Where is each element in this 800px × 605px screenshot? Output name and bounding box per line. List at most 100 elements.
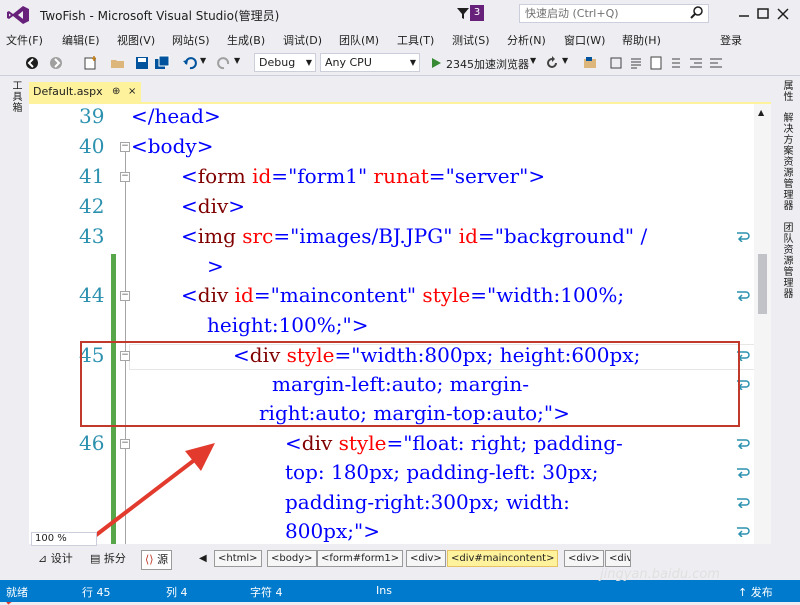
close-tab-icon[interactable]: × [128, 82, 136, 102]
code-token: style [332, 431, 387, 455]
menu-debug[interactable]: 调试(D) [283, 32, 322, 48]
collapse-icon[interactable]: − [120, 291, 130, 301]
toolbox-tab[interactable]: 工具箱 [8, 80, 23, 113]
code-token: style [416, 283, 471, 307]
code-token: div [301, 431, 333, 455]
breadcrumb-body[interactable]: <body> [267, 550, 317, 567]
visual-studio-logo-icon [7, 6, 29, 24]
source-view-button[interactable]: ⟨⟩ 源 [141, 550, 173, 570]
breadcrumb-form[interactable]: <form#form1> [317, 550, 404, 567]
navigate-back-icon[interactable] [24, 55, 40, 71]
quick-launch-input[interactable]: 快速启动 (Ctrl+Q) [519, 4, 709, 23]
menu-edit[interactable]: 编辑(E) [62, 32, 100, 48]
publish-button[interactable]: ↑ 发布 [738, 584, 773, 600]
browser-link-icon[interactable] [582, 55, 598, 71]
close-button[interactable] [772, 4, 794, 24]
breadcrumb-scroll-left-icon[interactable]: ◀ [199, 553, 207, 564]
outline-icon[interactable] [668, 55, 684, 71]
outdent-icon[interactable] [708, 55, 724, 71]
code-token: < [181, 283, 198, 307]
code-token: > [228, 194, 246, 218]
solution-config-select[interactable]: Debug ▼ [254, 53, 316, 72]
chevron-down-icon: ▼ [305, 58, 312, 67]
menu-window[interactable]: 窗口(W) [564, 32, 605, 48]
window-title: TwoFish - Microsoft Visual Studio(管理员) [40, 9, 280, 23]
properties-tab[interactable]: 属性 [779, 80, 794, 102]
word-wrap-icon [737, 468, 750, 478]
design-view-label: 设计 [50, 552, 73, 565]
sign-in-link[interactable]: 登录 [720, 32, 742, 48]
menu-test[interactable]: 测试(S) [452, 32, 490, 48]
scroll-thumb[interactable] [758, 254, 767, 314]
code-token: > [528, 164, 546, 188]
menu-help[interactable]: 帮助(H) [622, 32, 661, 48]
tab-default-aspx[interactable]: Default.aspx ⊕ × [29, 82, 141, 102]
maximize-button[interactable] [752, 4, 774, 24]
scroll-up-icon[interactable]: ▲ [758, 108, 764, 117]
menu-build[interactable]: 生成(B) [227, 32, 265, 48]
code-token: < [285, 431, 302, 455]
menu-file[interactable]: 文件(F) [6, 32, 43, 48]
code-line-44-wrap: height:100%;"> [207, 313, 369, 337]
split-view-button[interactable]: ▤ 拆分 [87, 550, 129, 568]
code-token: src [235, 224, 274, 248]
code-token: = [477, 224, 495, 248]
fold-guide [125, 152, 126, 172]
code-token: id [245, 164, 272, 188]
menu-website[interactable]: 网站(S) [172, 32, 210, 48]
status-ready: 就绪 [6, 586, 28, 599]
find-icon[interactable] [608, 55, 624, 71]
undo-dropdown-icon[interactable]: ▼ [200, 56, 206, 65]
menu-analyze[interactable]: 分析(N) [507, 32, 546, 48]
code-token: = [273, 224, 291, 248]
code-token: = [470, 283, 488, 307]
search-icon[interactable] [688, 5, 706, 21]
open-file-icon[interactable] [110, 55, 126, 71]
vertical-scrollbar[interactable]: ▲ [754, 104, 771, 544]
annotation-highlight-box [80, 341, 740, 427]
breadcrumb-div[interactable]: <div> [406, 550, 446, 567]
new-project-icon[interactable] [82, 55, 98, 71]
collapse-icon[interactable]: − [120, 172, 130, 182]
code-token: "images/BJ.JPG" [290, 224, 453, 248]
code-token: = [271, 164, 289, 188]
comment-icon[interactable] [628, 55, 644, 71]
indent-icon[interactable] [688, 55, 704, 71]
feedback-filter-icon[interactable] [456, 6, 470, 20]
team-explorer-tab[interactable]: 团队资源管理器 [779, 222, 794, 299]
menu-team[interactable]: 团队(M) [339, 32, 379, 48]
solution-explorer-tab[interactable]: 解决方案资源管理器 [779, 112, 794, 211]
menu-view[interactable]: 视图(V) [117, 32, 155, 48]
solution-platform-value: Any CPU [325, 56, 372, 69]
code-line-44: <div id="maincontent" style="width:100%; [181, 283, 624, 307]
bookmark-icon[interactable] [648, 55, 664, 71]
notification-badge[interactable]: 3 [470, 5, 484, 21]
breadcrumb-div[interactable]: <div [605, 550, 631, 567]
save-all-icon[interactable] [154, 55, 170, 71]
status-bar: 就绪 行 45 列 4 字符 4 Ins ↑ 发布 [0, 580, 800, 602]
code-line-46-wrap-3: 800px;"> [285, 519, 380, 543]
breadcrumb-html[interactable]: <html> [214, 550, 262, 567]
refresh-icon[interactable] [544, 55, 560, 71]
navigate-forward-icon[interactable] [48, 55, 64, 71]
menu-tools[interactable]: 工具(T) [397, 32, 434, 48]
pin-icon[interactable]: ⊕ [112, 82, 120, 102]
design-view-button[interactable]: ⊿ 设计 [35, 550, 76, 568]
start-browser-label[interactable]: 2345加速浏览器 [446, 56, 529, 72]
redo-dropdown-icon[interactable]: ▼ [234, 56, 240, 65]
browser-dropdown-icon[interactable]: ▼ [530, 56, 536, 65]
breadcrumb-maincontent[interactable]: <div#maincontent> [447, 550, 559, 567]
undo-icon[interactable] [182, 55, 198, 71]
zoom-select[interactable]: 100 % [31, 532, 97, 546]
solution-platform-select[interactable]: Any CPU ▼ [320, 53, 420, 72]
breadcrumb-div[interactable]: <div> [564, 550, 604, 567]
save-icon[interactable] [134, 55, 150, 71]
line-number: 44 [79, 283, 105, 307]
collapse-icon[interactable]: − [120, 142, 130, 152]
design-icon: ⊿ [38, 552, 51, 565]
code-token: = [386, 431, 404, 455]
redo-icon[interactable] [216, 55, 232, 71]
code-token: div [197, 283, 229, 307]
start-debugging-icon[interactable] [428, 55, 444, 71]
refresh-dropdown-icon[interactable]: ▼ [562, 56, 568, 65]
